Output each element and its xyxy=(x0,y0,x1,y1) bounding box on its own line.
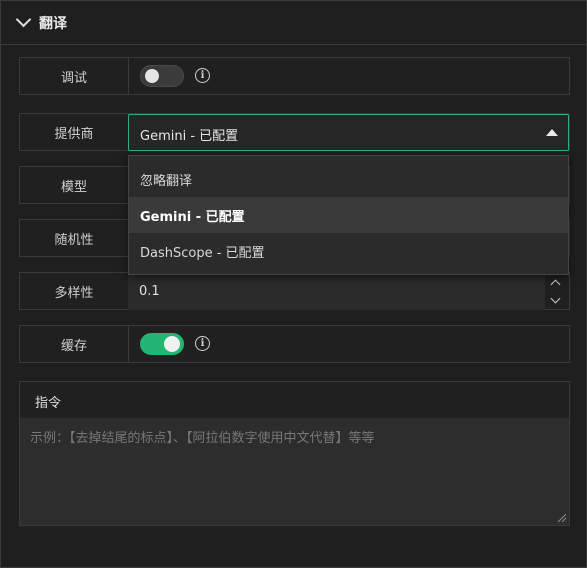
resize-handle-icon[interactable] xyxy=(558,514,566,522)
diversity-value: 0.1 xyxy=(139,284,160,299)
translation-panel: 翻译 调试 i 提供商 模型 随机性 多样性 缓存 i Gemini - 已配置… xyxy=(0,0,587,568)
diversity-input[interactable]: 0.1 xyxy=(128,273,545,310)
randomness-label: 随机性 xyxy=(20,220,129,256)
toggle-knob xyxy=(164,336,180,352)
caret-up-icon xyxy=(546,129,558,136)
provider-select-value: Gemini - 已配置 xyxy=(140,129,239,144)
diversity-stepper xyxy=(549,275,565,309)
diversity-label: 多样性 xyxy=(20,273,129,309)
provider-option-ignore[interactable]: 忽略翻译 xyxy=(129,161,568,197)
provider-option-dashscope[interactable]: DashScope - 已配置 xyxy=(129,233,568,269)
provider-label: 提供商 xyxy=(20,114,129,150)
debug-content: i xyxy=(130,58,569,94)
section-header-translation[interactable]: 翻译 xyxy=(1,1,586,45)
instructions-section: 指令 xyxy=(19,381,570,526)
cache-label: 缓存 xyxy=(20,326,129,362)
info-icon[interactable]: i xyxy=(195,68,210,83)
provider-dropdown: 忽略翻译 Gemini - 已配置 DashScope - 已配置 xyxy=(128,155,569,275)
provider-select[interactable]: Gemini - 已配置 xyxy=(128,114,569,151)
stepper-up-icon[interactable] xyxy=(550,279,561,290)
section-title: 翻译 xyxy=(39,15,67,32)
debug-row: 调试 i xyxy=(19,57,570,95)
cache-row: 缓存 i xyxy=(19,325,570,363)
option-label: 忽略翻译 xyxy=(140,173,193,189)
option-label: DashScope - 已配置 xyxy=(140,245,265,261)
instructions-label: 指令 xyxy=(35,396,62,411)
debug-label: 调试 xyxy=(20,58,129,94)
toggle-knob xyxy=(145,69,159,83)
instructions-textarea[interactable] xyxy=(20,418,569,525)
info-icon[interactable]: i xyxy=(195,336,210,351)
stepper-down-icon[interactable] xyxy=(550,293,561,304)
debug-toggle[interactable] xyxy=(140,65,184,87)
provider-option-gemini[interactable]: Gemini - 已配置 xyxy=(129,197,568,233)
cache-content: i xyxy=(130,326,569,362)
cache-toggle[interactable] xyxy=(140,333,184,355)
model-label: 模型 xyxy=(20,167,129,203)
chevron-down-icon xyxy=(15,11,32,28)
option-label: Gemini - 已配置 xyxy=(140,209,245,225)
